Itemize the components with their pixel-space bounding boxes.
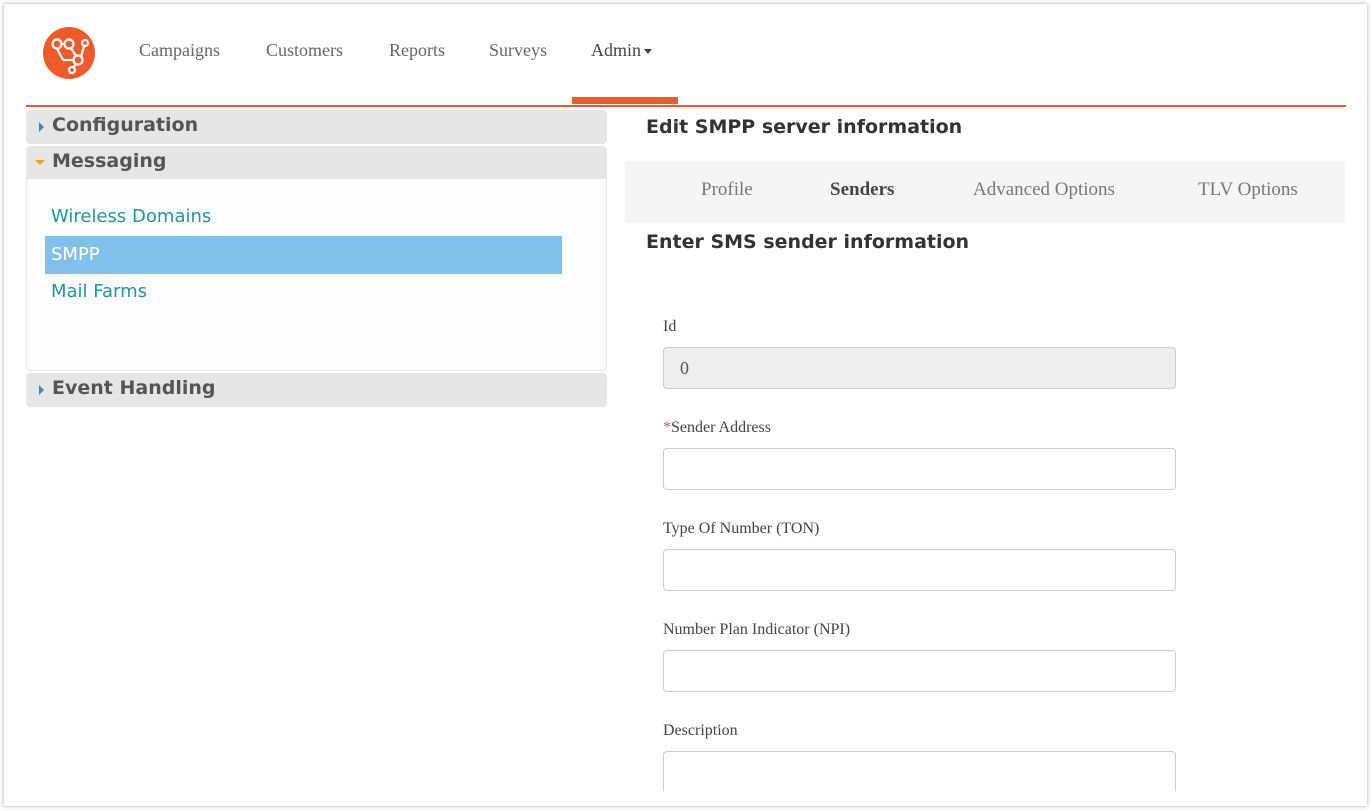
caret-right-icon [39,385,44,395]
npi-field[interactable] [663,650,1176,692]
description-label: Description [663,722,738,739]
nav-admin-dropdown[interactable]: Admin [591,40,653,64]
app-window: Campaigns Customers Reports Surveys Admi… [4,4,1367,806]
accordion-configuration[interactable]: Configuration [26,110,607,144]
ton-field[interactable] [663,549,1176,591]
accordion-messaging-label: Messaging [52,150,167,172]
active-nav-indicator [572,97,678,104]
tab-tlv-options[interactable]: TLV Options [1198,179,1298,201]
npi-label: Number Plan Indicator (NPI) [663,621,851,638]
tab-profile[interactable]: Profile [701,179,753,201]
form-subtitle: Enter SMS sender information [646,231,970,253]
accordion-configuration-label: Configuration [52,114,199,136]
required-marker: * [663,419,671,436]
nav-admin-label: Admin [591,40,642,60]
tab-senders[interactable]: Senders [830,179,894,201]
id-field [663,347,1176,389]
accordion-messaging[interactable]: Messaging [26,146,607,180]
page-title: Edit SMPP server information [646,116,963,138]
ton-label: Type Of Number (TON) [663,520,820,537]
nav-campaigns[interactable]: Campaigns [139,40,220,64]
caret-right-icon [39,122,44,132]
accordion-event-handling[interactable]: Event Handling [26,373,607,407]
tab-advanced-options[interactable]: Advanced Options [973,179,1115,201]
nav-surveys[interactable]: Surveys [489,40,547,64]
caret-down-icon [644,49,653,55]
nav-customers[interactable]: Customers [266,40,343,64]
sender-address-label: *Sender Address [663,419,771,437]
id-label: Id [663,318,677,335]
logo-icon[interactable] [43,27,95,79]
nav-reports[interactable]: Reports [389,40,445,64]
caret-down-icon [35,160,45,165]
sidebar-item-wireless-domains[interactable]: Wireless Domains [45,198,562,236]
description-field[interactable] [663,751,1176,791]
accordion-event-handling-label: Event Handling [52,377,216,399]
tab-bar: Profile Senders Advanced Options TLV Opt… [625,161,1345,223]
sidebar-item-mail-farms[interactable]: Mail Farms [45,273,562,311]
nav-divider [26,105,1346,107]
sender-address-field[interactable] [663,448,1176,490]
sidebar-item-smpp[interactable]: SMPP [45,236,562,274]
sender-address-label-text: Sender Address [671,419,771,436]
